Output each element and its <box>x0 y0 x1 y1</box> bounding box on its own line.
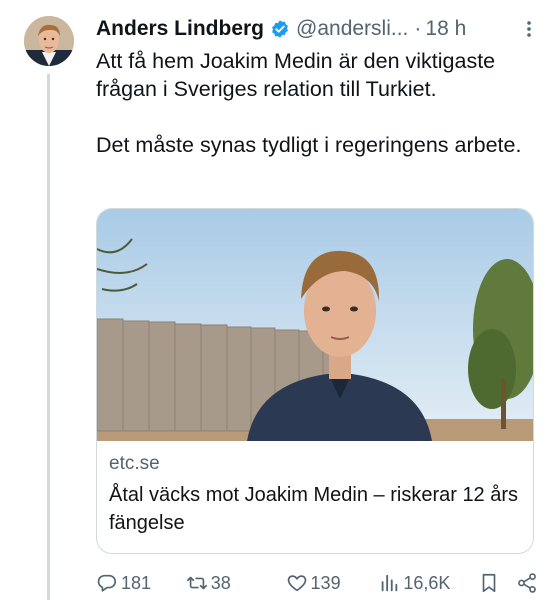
share-icon <box>518 573 536 593</box>
tweet-header: Anders Lindberg @andersli... · 18 h <box>96 14 539 44</box>
tweet-paragraph: Det måste synas tydligt i regeringens ar… <box>96 133 522 157</box>
reply-button[interactable]: 181 <box>96 572 186 594</box>
tweet-actions: 181 38 139 16,6K <box>96 570 536 596</box>
views-chart-icon <box>381 574 398 592</box>
tweet-paragraph: Att få hem Joakim Medin är den viktigast… <box>96 49 496 101</box>
retweet-button[interactable]: 38 <box>186 572 286 594</box>
heart-icon <box>287 575 306 592</box>
verified-badge-icon <box>272 20 288 38</box>
bookmark-icon <box>482 573 496 593</box>
views-count: 16,6K <box>403 572 451 593</box>
avatar-photo <box>24 16 74 66</box>
share-button[interactable] <box>516 572 536 594</box>
like-count: 139 <box>310 572 341 593</box>
reply-count: 181 <box>121 572 152 593</box>
thread-connector-line <box>47 74 50 600</box>
more-options-icon[interactable] <box>519 19 539 39</box>
card-domain: etc.se <box>109 453 160 474</box>
reply-icon <box>97 574 117 592</box>
author-name[interactable]: Anders Lindberg <box>96 17 264 41</box>
bookmark-button[interactable] <box>478 572 516 594</box>
link-card[interactable]: etc.se Åtal väcks mot Joakim Medin – ris… <box>96 208 534 554</box>
retweet-count: 38 <box>210 572 231 593</box>
article-photo <box>97 209 533 441</box>
separator-dot: · <box>414 17 422 40</box>
tweet-text: Att få hem Joakim Medin är den viktigast… <box>96 47 536 159</box>
card-title: Åtal väcks mot Joakim Medin – riskerar 1… <box>109 484 519 534</box>
author-handle[interactable]: @andersli... <box>296 17 408 41</box>
views-button[interactable]: 16,6K <box>378 572 478 594</box>
avatar[interactable] <box>24 16 74 66</box>
like-button[interactable]: 139 <box>286 572 379 594</box>
retweet-icon <box>186 576 207 590</box>
timestamp[interactable]: 18 h <box>425 17 466 41</box>
